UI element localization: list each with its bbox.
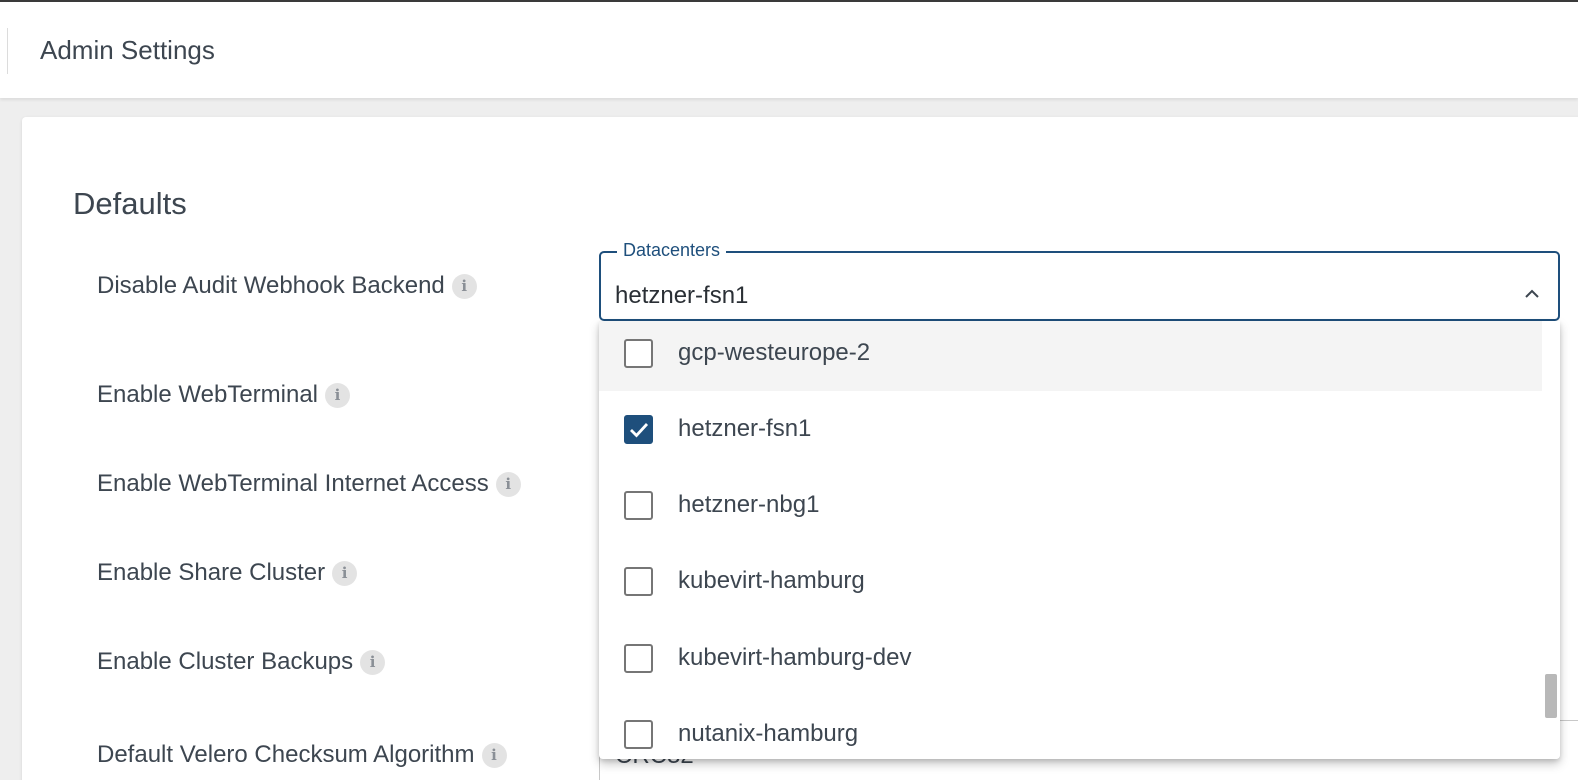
setting-enable-webterminal-internet-access: Enable WebTerminal Internet Access i [97,470,521,498]
datacenter-option-kubevirt-hamburg[interactable]: kubevirt-hamburg [599,543,1542,619]
info-icon[interactable]: i [451,273,477,299]
option-label: hetzner-fsn1 [678,415,812,442]
setting-enable-webterminal: Enable WebTerminal i [97,381,351,409]
datacenters-select-label: Datacenters [617,240,727,261]
option-label: nutanix-hamburg [678,720,859,747]
option-label: hetzner-nbg1 [678,491,820,518]
setting-enable-cluster-backups: Enable Cluster Backups i [97,648,386,676]
setting-label: Enable Share Cluster [97,559,326,586]
setting-label: Enable WebTerminal [97,381,319,408]
checkbox[interactable] [624,490,653,520]
option-label: gcp-westeurope-2 [678,339,871,366]
datacenter-option-hetzner-fsn1[interactable]: hetzner-fsn1 [599,391,1542,467]
checkbox[interactable] [624,566,653,596]
setting-label: Enable Cluster Backups [97,648,354,675]
info-icon[interactable]: i [360,649,386,675]
page-title: Admin Settings [40,35,215,65]
datacenters-dropdown-panel: gcp-westeurope-2 hetzner-fsn1 hetzner-nb… [599,321,1560,759]
datacenter-option-kubevirt-hamburg-dev[interactable]: kubevirt-hamburg-dev [599,620,1542,696]
datacenter-option-gcp-westeurope-2[interactable]: gcp-westeurope-2 [599,321,1542,391]
checkbox-checked[interactable] [624,414,653,444]
chevron-up-icon[interactable] [1523,285,1541,303]
info-icon[interactable]: i [481,742,507,768]
info-icon[interactable]: i [325,382,351,408]
datacenter-option-nutanix-hamburg[interactable]: nutanix-hamburg [599,696,1542,759]
setting-label: Enable WebTerminal Internet Access [97,470,489,497]
checkbox[interactable] [624,719,653,749]
scrollbar-thumb[interactable] [1545,674,1557,718]
option-label: kubevirt-hamburg-dev [678,644,912,671]
setting-label: Default Velero Checksum Algorithm [97,741,475,768]
checkbox[interactable] [624,338,653,368]
datacenters-select-value: hetzner-fsn1 [615,282,749,309]
checkmark-icon [630,422,649,438]
info-icon[interactable]: i [332,560,358,586]
setting-enable-share-cluster: Enable Share Cluster i [97,559,358,587]
info-icon[interactable]: i [495,471,521,497]
setting-default-velero-checksum-algorithm: Default Velero Checksum Algorithm i [97,741,507,769]
page-header: Admin Settings [0,2,1578,98]
section-title-defaults: Defaults [73,186,187,221]
setting-disable-audit-webhook-backend: Disable Audit Webhook Backend i [97,272,477,300]
header-divider [7,28,8,74]
setting-label: Disable Audit Webhook Backend [97,272,445,299]
datacenter-option-hetzner-nbg1[interactable]: hetzner-nbg1 [599,467,1542,543]
checkbox[interactable] [624,643,653,673]
option-label: kubevirt-hamburg [678,567,865,594]
